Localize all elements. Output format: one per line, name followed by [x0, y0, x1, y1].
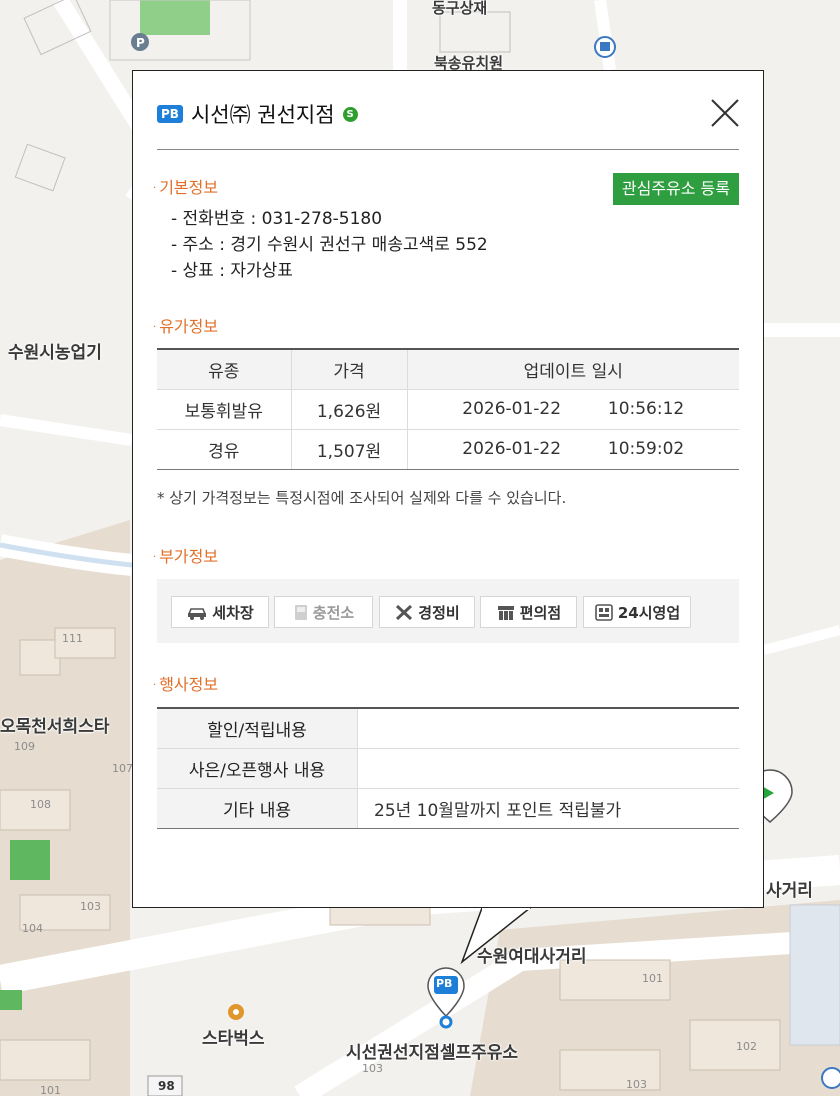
- fuel-type: 경유: [157, 429, 291, 470]
- marker-badge-text: PB: [436, 977, 453, 990]
- building-number: 102: [736, 1040, 757, 1053]
- fuel-price: 1,626원: [290, 389, 407, 430]
- services-bar: 세차장 충전소 경정비 편의점 24시영업: [157, 579, 739, 643]
- section-basic-info: · 기본정보: [153, 178, 219, 197]
- car-wash-icon: [188, 608, 207, 620]
- update-time: 10:59:02: [607, 439, 685, 459]
- station-title: 시선㈜ 권선지점: [190, 103, 335, 127]
- table-row: 기타 내용 25년 10월말까지 포인트 적립불가: [157, 788, 739, 829]
- table-row: 할인/적립내용: [157, 707, 739, 749]
- brand-text: - 상표 : 자가상표: [171, 261, 293, 281]
- self-service-icon: S: [342, 106, 358, 122]
- update-datetime: 2026-01-22 10:56:12: [406, 389, 739, 430]
- wrench-icon: [396, 604, 413, 621]
- event-value: 25년 10월말까지 포인트 적립불가: [357, 788, 739, 829]
- building-number: 108: [30, 798, 51, 811]
- charger-icon: [294, 605, 307, 620]
- update-date: 2026-01-22: [462, 399, 562, 419]
- popup-tail: [460, 906, 533, 964]
- address-text: - 주소 : 경기 수원시 권선구 매송고색로 552: [171, 235, 488, 255]
- event-table: 할인/적립내용 사은/오픈행사 내용 기타 내용 25년 10월말까지 포인트 …: [157, 707, 739, 829]
- building-number: 107: [112, 762, 133, 775]
- map-label-dongu: 동구상재: [432, 0, 488, 17]
- service-store: 편의점: [480, 596, 577, 628]
- service-label: 24시영업: [617, 603, 681, 622]
- fuel-price: 1,507원: [290, 429, 407, 470]
- building-number: 111: [62, 632, 83, 645]
- building-number: 101: [642, 972, 663, 985]
- building-number: 104: [22, 922, 43, 935]
- map-label-starbucks: 스타벅스: [202, 1029, 265, 1049]
- fuel-type: 보통휘발유: [157, 389, 291, 430]
- service-label: 세차장: [212, 603, 254, 622]
- map-label-intersection-right: 사거리: [766, 881, 813, 901]
- close-x-icon: [711, 99, 739, 127]
- map-label-omokcheon: 오목천서희스타: [0, 717, 110, 737]
- service-label: 경정비: [418, 603, 460, 622]
- section-price-info: · 유가정보: [153, 317, 219, 336]
- table-row: 보통휘발유 1,626원 2026-01-22 10:56:12: [157, 389, 739, 430]
- brand-badge: PB: [157, 105, 183, 123]
- station-map-marker[interactable]: PB: [426, 966, 466, 1030]
- 24h-icon: [595, 604, 613, 621]
- event-label: 사은/오픈행사 내용: [157, 748, 358, 789]
- table-row: 사은/오픈행사 내용: [157, 748, 739, 789]
- building-number: 103: [626, 1078, 647, 1091]
- service-24h: 24시영업: [583, 596, 691, 628]
- price-table: 유종 가격 업데이트 일시 보통휘발유 1,626원 2026-01-22 10…: [157, 348, 739, 470]
- service-label: 편의점: [519, 603, 562, 622]
- building-number: 103: [362, 1062, 383, 1075]
- service-car-wash: 세차장: [171, 596, 269, 628]
- popup-header: PB 시선㈜ 권선지점 S: [157, 97, 358, 131]
- event-value: [357, 748, 739, 789]
- building-number: 101: [40, 1084, 61, 1096]
- update-date: 2026-01-22: [462, 439, 562, 459]
- event-value: [357, 707, 739, 749]
- phone-text: - 전화번호 : 031-278-5180: [171, 209, 383, 229]
- section-basic-info-label: 기본정보: [159, 178, 219, 197]
- section-price-info-label: 유가정보: [159, 317, 219, 336]
- header-price: 가격: [290, 348, 407, 390]
- building-number: 109: [14, 740, 35, 753]
- building-number: 103: [80, 900, 101, 913]
- add-favorite-button[interactable]: 관심주유소 등록: [612, 173, 739, 205]
- table-row: 경유 1,507원 2026-01-22 10:59:02: [157, 429, 739, 470]
- map-label-station: 시선권선지점셀프주유소: [346, 1043, 519, 1063]
- event-label: 할인/적립내용: [157, 707, 358, 749]
- service-label: 충전소: [312, 603, 355, 622]
- map-label-agri: 수원시농업기: [8, 343, 102, 363]
- header-fuel: 유종: [157, 348, 291, 390]
- store-icon: [497, 606, 514, 620]
- basic-info-list: - 전화번호 : 031-278-5180 - 주소 : 경기 수원시 권선구 …: [171, 206, 488, 284]
- header-updated: 업데이트 일시: [406, 348, 739, 390]
- price-disclaimer: * 상기 가격정보는 특정시점에 조사되어 실제와 다를 수 있습니다.: [157, 489, 567, 507]
- update-datetime: 2026-01-22 10:59:02: [406, 429, 739, 470]
- price-table-header: 유종 가격 업데이트 일시: [157, 348, 739, 390]
- section-extra-info-label: 부가정보: [159, 547, 219, 566]
- road-number: 98: [158, 1079, 175, 1093]
- section-event-info-label: 행사정보: [159, 675, 219, 694]
- event-label: 기타 내용: [157, 788, 358, 829]
- section-event-info: · 행사정보: [153, 675, 219, 694]
- svg-text:P: P: [136, 36, 145, 50]
- close-button[interactable]: [707, 95, 743, 131]
- service-charger: 충전소: [274, 596, 373, 628]
- station-info-popup: PB 시선㈜ 권선지점 S · 기본정보 관심주유소 등록 - 전화번호 : 03…: [132, 70, 764, 908]
- update-time: 10:56:12: [607, 399, 685, 419]
- service-maintenance: 경정비: [379, 596, 475, 628]
- header-divider: [157, 149, 739, 150]
- section-extra-info: · 부가정보: [153, 547, 219, 566]
